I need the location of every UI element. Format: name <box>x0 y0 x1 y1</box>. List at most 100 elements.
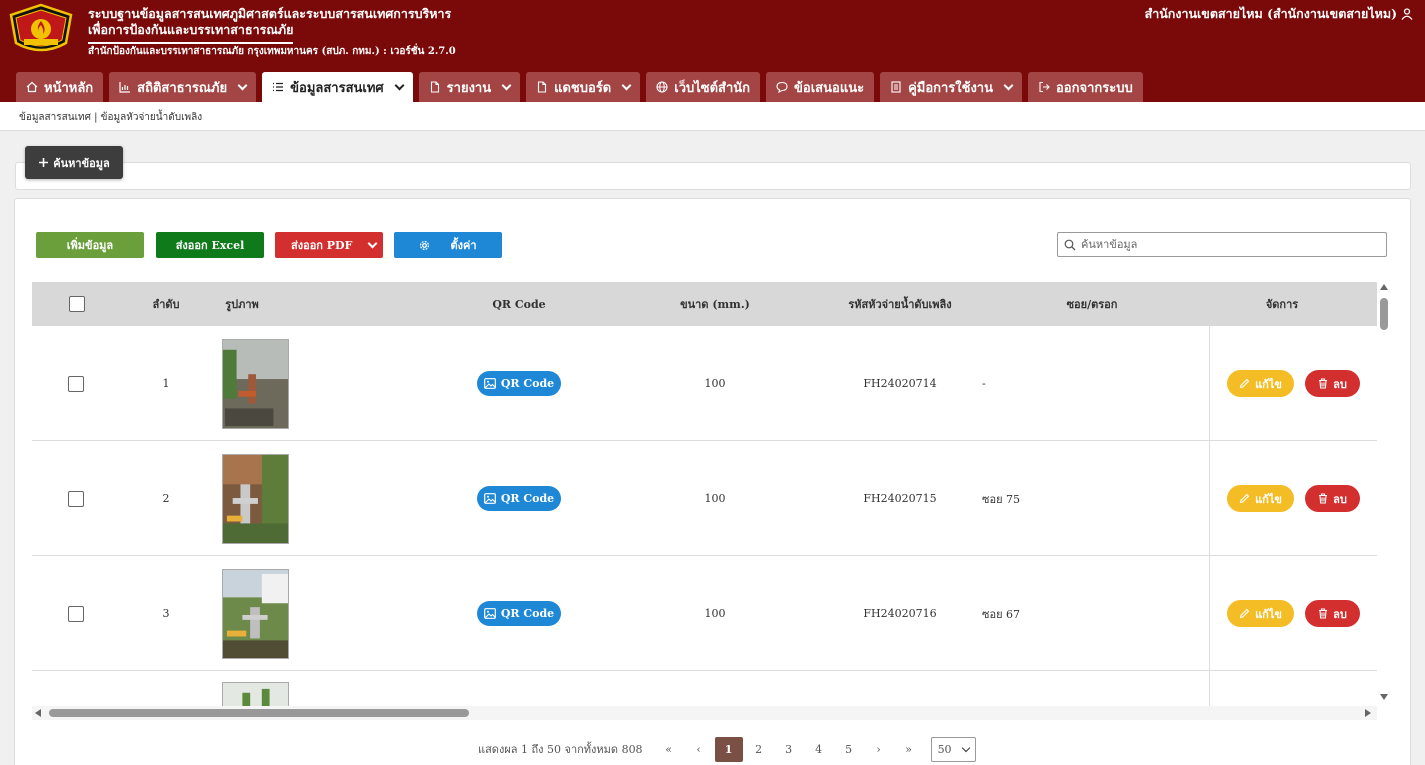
row-checkbox[interactable] <box>68 605 84 622</box>
gear-icon <box>420 240 430 250</box>
app-title-line2: เพื่อการป้องกันและบรรเทาสาธารณภัย <box>88 20 294 44</box>
page-size-select[interactable]: 50 <box>930 736 976 762</box>
user-menu[interactable]: สำนักงานเขตสายไหม (สำนักงานเขตสายไหม) <box>1145 4 1413 24</box>
nav-home[interactable]: หน้าหลัก <box>16 72 104 102</box>
page-3-button[interactable]: 3 <box>775 737 803 762</box>
qr-code-button[interactable]: QR Code <box>477 601 561 626</box>
nav-website[interactable]: เว็บไซต์สำนัก <box>646 72 761 102</box>
select-all-checkbox[interactable] <box>69 296 85 312</box>
table-vertical-scrollbar[interactable] <box>1379 282 1389 706</box>
nav-logout[interactable]: ออกจากระบบ <box>1028 72 1143 102</box>
row-soi: ซอย 75 <box>982 492 1021 506</box>
pagination: แสดงผล 1 ถึง 50 จากทั้งหมด 808 « ‹ 1 2 3… <box>478 736 976 762</box>
table-row: 3 QR Code 100 FH24020716 ซอย 67 แก้ไข ลบ <box>32 556 1377 671</box>
qr-code-label: QR Code <box>500 377 555 390</box>
chevron-down-icon <box>1003 80 1014 90</box>
export-pdf-dropdown[interactable] <box>361 232 383 258</box>
qr-code-button[interactable]: QR Code <box>477 486 561 511</box>
hydrant-photo[interactable] <box>222 568 289 659</box>
nav-dashboard[interactable]: แดชบอร์ด <box>526 72 641 102</box>
delete-label: ลบ <box>1333 492 1347 506</box>
header-no[interactable]: ลำดับ <box>136 282 196 326</box>
row-checkbox[interactable] <box>68 375 84 392</box>
first-page-button[interactable]: « <box>655 737 683 762</box>
trash-icon <box>1319 378 1328 389</box>
scroll-right-icon[interactable] <box>1365 709 1371 717</box>
row-code: FH24020715 <box>863 492 937 505</box>
nav-manual-label: คู่มือการใช้งาน <box>908 80 993 96</box>
prev-page-button[interactable]: ‹ <box>685 737 713 762</box>
scroll-down-icon[interactable] <box>1380 694 1388 700</box>
nav-statistics[interactable]: สถิติสาธารณภัย <box>109 72 257 102</box>
delete-button[interactable]: ลบ <box>1305 370 1360 397</box>
logout-icon <box>1039 81 1050 93</box>
add-button[interactable]: เพิ่มข้อมูล <box>36 232 144 258</box>
row-checkbox-cell <box>68 326 84 441</box>
search-input[interactable] <box>1081 238 1371 251</box>
nav-reports[interactable]: รายงาน <box>418 72 521 102</box>
row-checkbox[interactable] <box>68 490 84 507</box>
edit-button[interactable]: แก้ไข <box>1227 600 1294 627</box>
pagination-info: แสดงผล 1 ถึง 50 จากทั้งหมด 808 <box>478 743 643 756</box>
header-size[interactable]: ขนาด (mm.) <box>655 282 775 326</box>
row-code: FH24020716 <box>863 607 937 620</box>
user-icon <box>1401 8 1413 20</box>
scroll-left-icon[interactable] <box>35 709 41 717</box>
edit-button[interactable]: แก้ไข <box>1227 485 1294 512</box>
header-soi[interactable]: ซอย/ตรอก <box>1042 282 1142 326</box>
delete-button[interactable]: ลบ <box>1305 600 1360 627</box>
search-icon <box>1064 239 1076 250</box>
nav-feedback[interactable]: ข้อเสนอแนะ <box>766 72 875 102</box>
select-all-cell <box>68 282 86 326</box>
settings-button[interactable]: ตั้งค่า <box>394 232 502 258</box>
nav-information-label: ข้อมูลสารสนเทศ <box>290 80 384 96</box>
last-page-button[interactable]: » <box>895 737 923 762</box>
search-toggle-label: ค้นหาข้อมูล <box>53 156 110 170</box>
row-qr-cell: QR Code <box>477 441 561 556</box>
nav-statistics-label: สถิติสาธารณภัย <box>137 80 228 96</box>
search-toggle-button[interactable]: ค้นหาข้อมูล <box>25 146 123 179</box>
qr-code-label: QR Code <box>500 492 555 505</box>
chevron-down-icon <box>621 80 632 90</box>
qr-code-label: QR Code <box>500 607 555 620</box>
edit-button[interactable]: แก้ไข <box>1227 370 1294 397</box>
row-soi: ซอย 67 <box>982 607 1021 621</box>
nav-dashboard-label: แดชบอร์ด <box>554 80 612 96</box>
hydrant-photo[interactable] <box>222 453 289 544</box>
row-size: 100 <box>704 377 726 390</box>
page-2-button[interactable]: 2 <box>745 737 773 762</box>
qr-code-button[interactable]: QR Code <box>477 371 561 396</box>
actions-column-divider <box>1209 326 1210 706</box>
scroll-up-icon[interactable] <box>1380 284 1388 290</box>
table-horizontal-scrollbar[interactable] <box>32 706 1377 720</box>
image-icon <box>483 378 496 389</box>
header-image[interactable]: รูปภาพ <box>212 282 272 326</box>
page-5-button[interactable]: 5 <box>835 737 863 762</box>
export-pdf-button[interactable]: ส่งออก PDF <box>275 232 383 258</box>
nav-manual[interactable]: คู่มือการใช้งาน <box>880 72 1022 102</box>
trash-icon <box>1319 608 1328 619</box>
scroll-thumb[interactable] <box>49 709 469 717</box>
nav-information[interactable]: ข้อมูลสารสนเทศ <box>262 72 413 102</box>
header-qr[interactable]: QR Code <box>469 282 569 326</box>
row-edit-cell: แก้ไข <box>1227 556 1294 671</box>
hydrant-photo[interactable] <box>222 338 289 429</box>
edit-label: แก้ไข <box>1255 492 1282 506</box>
row-image-cell <box>222 671 289 706</box>
delete-button[interactable]: ลบ <box>1305 485 1360 512</box>
chart-icon <box>119 82 131 93</box>
export-excel-button[interactable]: ส่งออก Excel <box>156 232 264 258</box>
next-page-button[interactable]: › <box>865 737 893 762</box>
page-1-button[interactable]: 1 <box>714 736 743 762</box>
export-pdf-label: ส่งออก PDF <box>291 239 353 252</box>
nav-reports-label: รายงาน <box>446 80 492 96</box>
file-icon <box>430 81 439 93</box>
pencil-icon <box>1239 608 1250 619</box>
row-delete-cell: ลบ <box>1305 326 1360 441</box>
page-4-button[interactable]: 4 <box>805 737 833 762</box>
scroll-thumb[interactable] <box>1380 298 1388 330</box>
app-subtitle: สำนักป้องกันและบรรเทาสาธารณภัย กรุงเทพมห… <box>88 46 456 57</box>
header-code[interactable]: รหัสหัวจ่ายน้ำดับเพลิง <box>820 282 980 326</box>
chevron-down-icon <box>394 80 405 90</box>
hydrant-photo[interactable] <box>222 682 289 706</box>
